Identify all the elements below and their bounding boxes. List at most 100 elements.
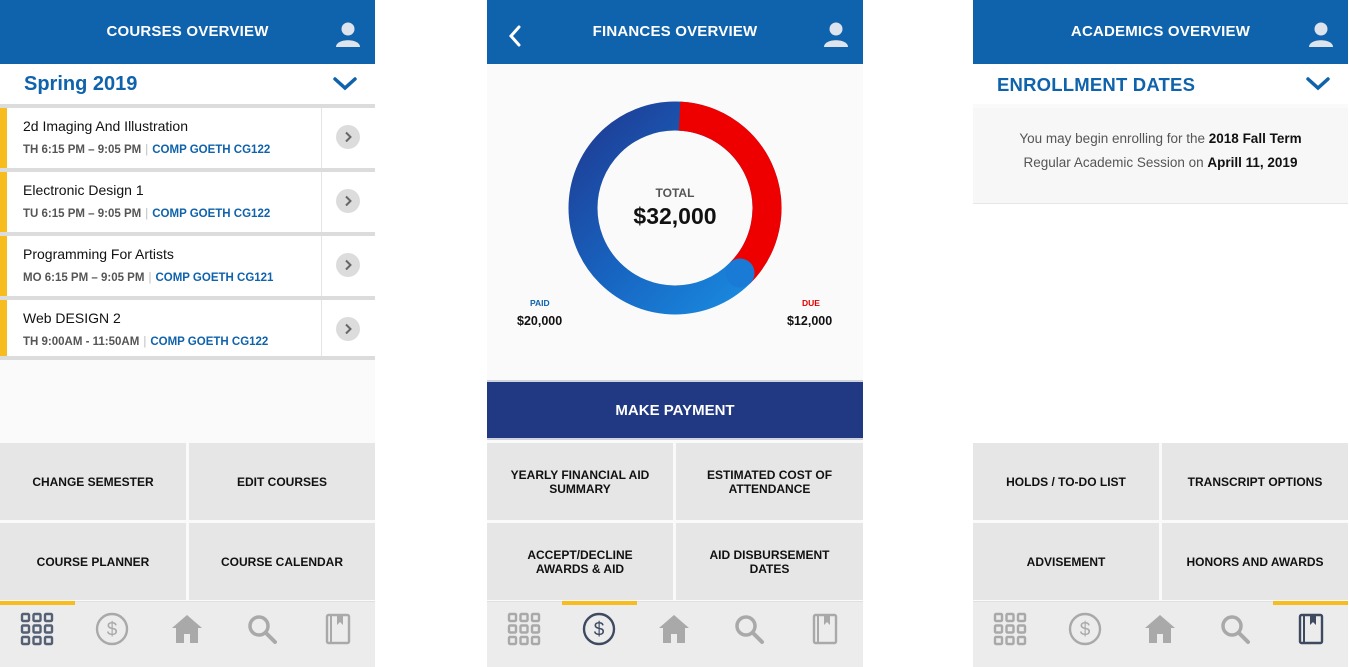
meta-separator: | — [145, 208, 149, 220]
semester-label: Spring 2019 — [24, 73, 138, 95]
action-grid: YEARLY FINANCIAL AID SUMMARY ESTIMATED C… — [487, 443, 863, 601]
course-meta: TH 6:15 PM – 9:05 PM | COMP GOETH CG122 — [23, 144, 270, 156]
course-room: COMP GOETH CG122 — [152, 208, 271, 220]
course-name: Electronic Design 1 — [23, 182, 144, 198]
message-line-1: You may begin enrolling for the 2018 Fal… — [973, 127, 1348, 151]
svg-text:$: $ — [107, 620, 118, 641]
course-room: COMP GOETH CG121 — [155, 272, 274, 284]
tab-overview[interactable] — [973, 602, 1048, 667]
course-time: TH 9:00AM - 11:50AM — [23, 336, 140, 348]
course-name: Web DESIGN 2 — [23, 310, 121, 326]
book-icon — [812, 613, 838, 645]
user-icon[interactable] — [1308, 21, 1334, 47]
tab-finances[interactable]: $ — [1048, 602, 1123, 667]
paid-label: PAID — [530, 298, 550, 308]
section-label: ENROLLMENT DATES — [997, 74, 1196, 95]
chevron-right-icon[interactable] — [336, 317, 360, 341]
enrollment-message: You may begin enrolling for the 2018 Fal… — [973, 108, 1348, 204]
divider — [321, 108, 322, 168]
semester-selector[interactable]: Spring 2019 — [0, 64, 375, 104]
course-time: TU 6:15 PM – 9:05 PM — [23, 208, 142, 220]
message-text: You may begin enrolling for the — [1019, 131, 1209, 146]
tab-academics[interactable] — [1273, 601, 1348, 667]
tab-finances[interactable]: $ — [562, 601, 637, 667]
divider — [321, 236, 322, 296]
book-icon — [325, 613, 351, 645]
home-icon — [659, 615, 689, 643]
tab-search[interactable] — [712, 602, 787, 667]
donut-segment-cap — [725, 258, 755, 288]
course-room: COMP GOETH CG122 — [150, 336, 269, 348]
chevron-down-icon[interactable] — [1306, 76, 1330, 92]
content-area — [973, 204, 1348, 443]
total-label: TOTAL — [655, 186, 695, 200]
chevron-down-icon[interactable] — [333, 76, 357, 92]
course-accent — [0, 236, 7, 296]
tab-overview[interactable] — [487, 602, 562, 667]
paid-value: $20,000 — [517, 314, 563, 328]
chevron-right-icon[interactable] — [336, 125, 360, 149]
page-title: FINANCES OVERVIEW — [592, 23, 758, 40]
app-bar: FINANCES OVERVIEW — [487, 0, 863, 64]
svg-text:$: $ — [1080, 620, 1091, 641]
due-label: DUE — [802, 298, 820, 308]
estimated-cost-of-attendance-button[interactable]: ESTIMATED COST OF ATTENDANCE — [676, 443, 863, 520]
edit-courses-button[interactable]: EDIT COURSES — [189, 443, 375, 520]
dollar-icon: $ — [95, 612, 129, 646]
grid-icon — [993, 612, 1027, 646]
academics-screen: ACADEMICS OVERVIEW ENROLLMENT DATES You … — [973, 0, 1348, 667]
meta-separator: | — [148, 272, 152, 284]
tab-search[interactable] — [1198, 602, 1273, 667]
course-name: 2d Imaging And Illustration — [23, 118, 188, 134]
yearly-financial-aid-summary-button[interactable]: YEARLY FINANCIAL AID SUMMARY — [487, 443, 673, 520]
course-meta: TH 9:00AM - 11:50AM | COMP GOETH CG122 — [23, 336, 268, 348]
search-icon — [248, 615, 277, 644]
course-item[interactable]: 2d Imaging And Illustration TH 6:15 PM –… — [0, 104, 375, 168]
tab-finances[interactable]: $ — [75, 602, 150, 667]
action-grid: HOLDS / TO-DO LIST TRANSCRIPT OPTIONS AD… — [973, 443, 1348, 601]
holds-todo-list-button[interactable]: HOLDS / TO-DO LIST — [973, 443, 1159, 520]
enrollment-dates-header[interactable]: ENROLLMENT DATES — [973, 64, 1348, 104]
message-text: Regular Academic Session on — [1023, 155, 1208, 170]
change-semester-button[interactable]: CHANGE SEMESTER — [0, 443, 186, 520]
course-name: Programming For Artists — [23, 246, 174, 262]
svg-text:$: $ — [594, 620, 605, 641]
course-item[interactable]: Electronic Design 1 TU 6:15 PM – 9:05 PM… — [0, 168, 375, 232]
tab-home[interactable] — [1123, 602, 1198, 667]
app-bar: COURSES OVERVIEW — [0, 0, 375, 64]
total-value: $32,000 — [633, 203, 717, 229]
due-value: $12,000 — [787, 314, 833, 328]
make-payment-button[interactable]: MAKE PAYMENT — [487, 380, 863, 440]
user-icon[interactable] — [823, 21, 849, 47]
book-icon — [1298, 613, 1324, 645]
course-time: MO 6:15 PM – 9:05 PM — [23, 272, 145, 284]
tab-academics[interactable] — [787, 602, 862, 667]
tab-academics[interactable] — [300, 602, 375, 667]
meta-separator: | — [143, 336, 147, 348]
course-calendar-button[interactable]: COURSE CALENDAR — [189, 523, 375, 600]
honors-and-awards-button[interactable]: HONORS AND AWARDS — [1162, 523, 1348, 600]
tab-bar: $ — [487, 601, 863, 667]
user-icon[interactable] — [335, 21, 361, 47]
course-accent — [0, 300, 7, 356]
tab-home[interactable] — [150, 602, 225, 667]
aid-disbursement-dates-button[interactable]: AID DISBURSEMENT DATES — [676, 523, 863, 600]
course-planner-button[interactable]: COURSE PLANNER — [0, 523, 186, 600]
chevron-right-icon[interactable] — [336, 189, 360, 213]
tab-overview[interactable] — [0, 601, 75, 667]
advisement-button[interactable]: ADVISEMENT — [973, 523, 1159, 600]
action-grid: CHANGE SEMESTER EDIT COURSES COURSE PLAN… — [0, 443, 375, 601]
transcript-options-button[interactable]: TRANSCRIPT OPTIONS — [1162, 443, 1348, 520]
accept-decline-awards-button[interactable]: ACCEPT/DECLINE AWARDS & AID — [487, 523, 673, 600]
meta-separator: | — [145, 144, 149, 156]
course-item[interactable]: Programming For Artists MO 6:15 PM – 9:0… — [0, 232, 375, 296]
chevron-right-icon[interactable] — [336, 253, 360, 277]
tab-search[interactable] — [225, 602, 300, 667]
grid-icon — [20, 612, 54, 646]
course-item[interactable]: Web DESIGN 2 TH 9:00AM - 11:50AM | COMP GO… — [0, 296, 375, 360]
finance-summary: TOTAL $32,000 PAID $20,000 DUE $12,000 — [487, 64, 863, 380]
tab-bar: $ — [973, 601, 1348, 667]
page-title: COURSES OVERVIEW — [106, 23, 269, 40]
tab-home[interactable] — [637, 602, 712, 667]
home-icon — [1145, 615, 1175, 643]
